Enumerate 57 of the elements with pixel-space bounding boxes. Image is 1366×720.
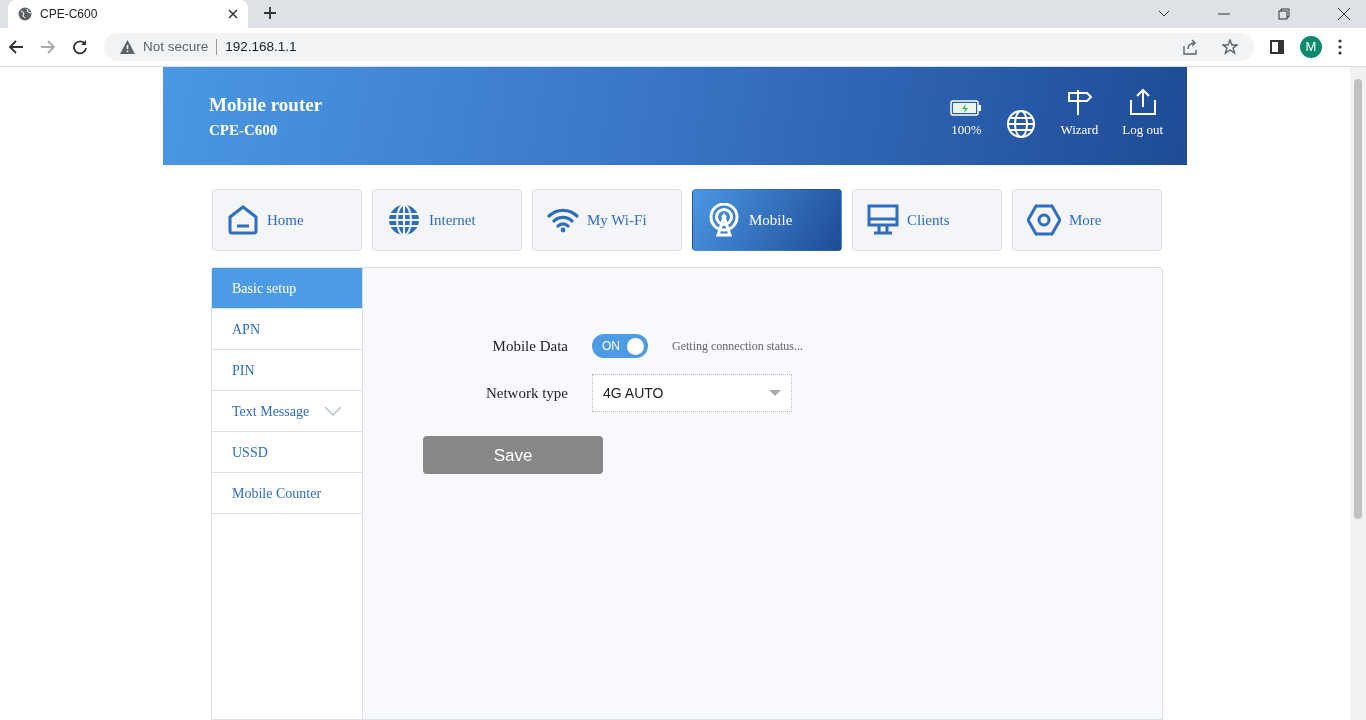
upload-icon [1128, 87, 1157, 116]
device-model: CPE-C600 [209, 121, 279, 141]
nav-tab[interactable]: Clients [852, 189, 1002, 252]
nav-tab[interactable]: More [1012, 189, 1162, 252]
nav-tab[interactable]: Home [212, 189, 362, 252]
scrollbar[interactable] [1350, 67, 1366, 720]
share-icon [1182, 39, 1198, 55]
url-text: 192.168.1.1 [225, 37, 298, 56]
globe-icon [1006, 109, 1037, 140]
sidebar-item[interactable]: Mobile Counter [212, 473, 362, 515]
wifi-icon [547, 207, 579, 234]
restore-icon [1278, 8, 1290, 20]
wizard-label[interactable]: Wizard [1060, 119, 1099, 140]
sidebar-item[interactable]: Basic setup [212, 268, 362, 310]
monitor-icon [867, 204, 899, 237]
address-bar[interactable]: Not secure 192.168.1.1 [104, 33, 1254, 61]
close-icon [1338, 8, 1350, 20]
reload-icon [72, 39, 88, 55]
chevron-down-icon [1158, 10, 1170, 18]
battery-icon [950, 99, 983, 116]
side-panel-icon [1270, 40, 1284, 54]
sidebar-item[interactable]: Text Message [212, 391, 362, 433]
back-icon [8, 39, 24, 55]
battery-label[interactable]: 100% [951, 119, 982, 140]
new-tab-icon [264, 6, 276, 19]
mobile-data-toggle[interactable]: ON [592, 334, 648, 359]
close-icon [228, 9, 238, 19]
sidebar-item[interactable]: USSD [212, 432, 362, 474]
nav-tab[interactable]: My Wi-Fi [532, 189, 682, 252]
signpost-icon [1065, 87, 1094, 116]
chevron-down-icon [324, 406, 342, 417]
network-type-dropdown[interactable]: 4G AUTO [592, 374, 792, 413]
field-label: Network type [484, 384, 568, 404]
logout-label[interactable]: Log out [1122, 119, 1163, 140]
security-label: Not secure [143, 37, 209, 56]
globe-icon [387, 203, 421, 238]
nav-tab[interactable]: Internet [372, 189, 522, 252]
sidebar-item[interactable]: APN [212, 309, 362, 351]
globe-icon [18, 7, 32, 21]
star-icon [1222, 39, 1238, 56]
browser-tab[interactable]: CPE-C600 [8, 0, 248, 28]
antenna-icon [707, 203, 741, 238]
forward-icon [40, 39, 56, 55]
caret-icon [769, 390, 781, 397]
save-button[interactable]: Save [423, 436, 603, 475]
sidebar-item[interactable]: PIN [212, 350, 362, 392]
tab-title: CPE-C600 [40, 6, 99, 23]
minimize-icon [1218, 13, 1230, 15]
field-label: Mobile Data [491, 337, 568, 357]
menu-icon [1338, 39, 1342, 55]
status-text: Getting connection status... [672, 338, 803, 356]
app-title: Mobile router [209, 92, 323, 117]
nav-tab[interactable]: Mobile [692, 189, 842, 252]
hexagon-icon [1027, 204, 1061, 237]
home-icon [227, 204, 259, 237]
profile-avatar[interactable]: M [1300, 36, 1322, 58]
warning-icon [120, 40, 135, 54]
